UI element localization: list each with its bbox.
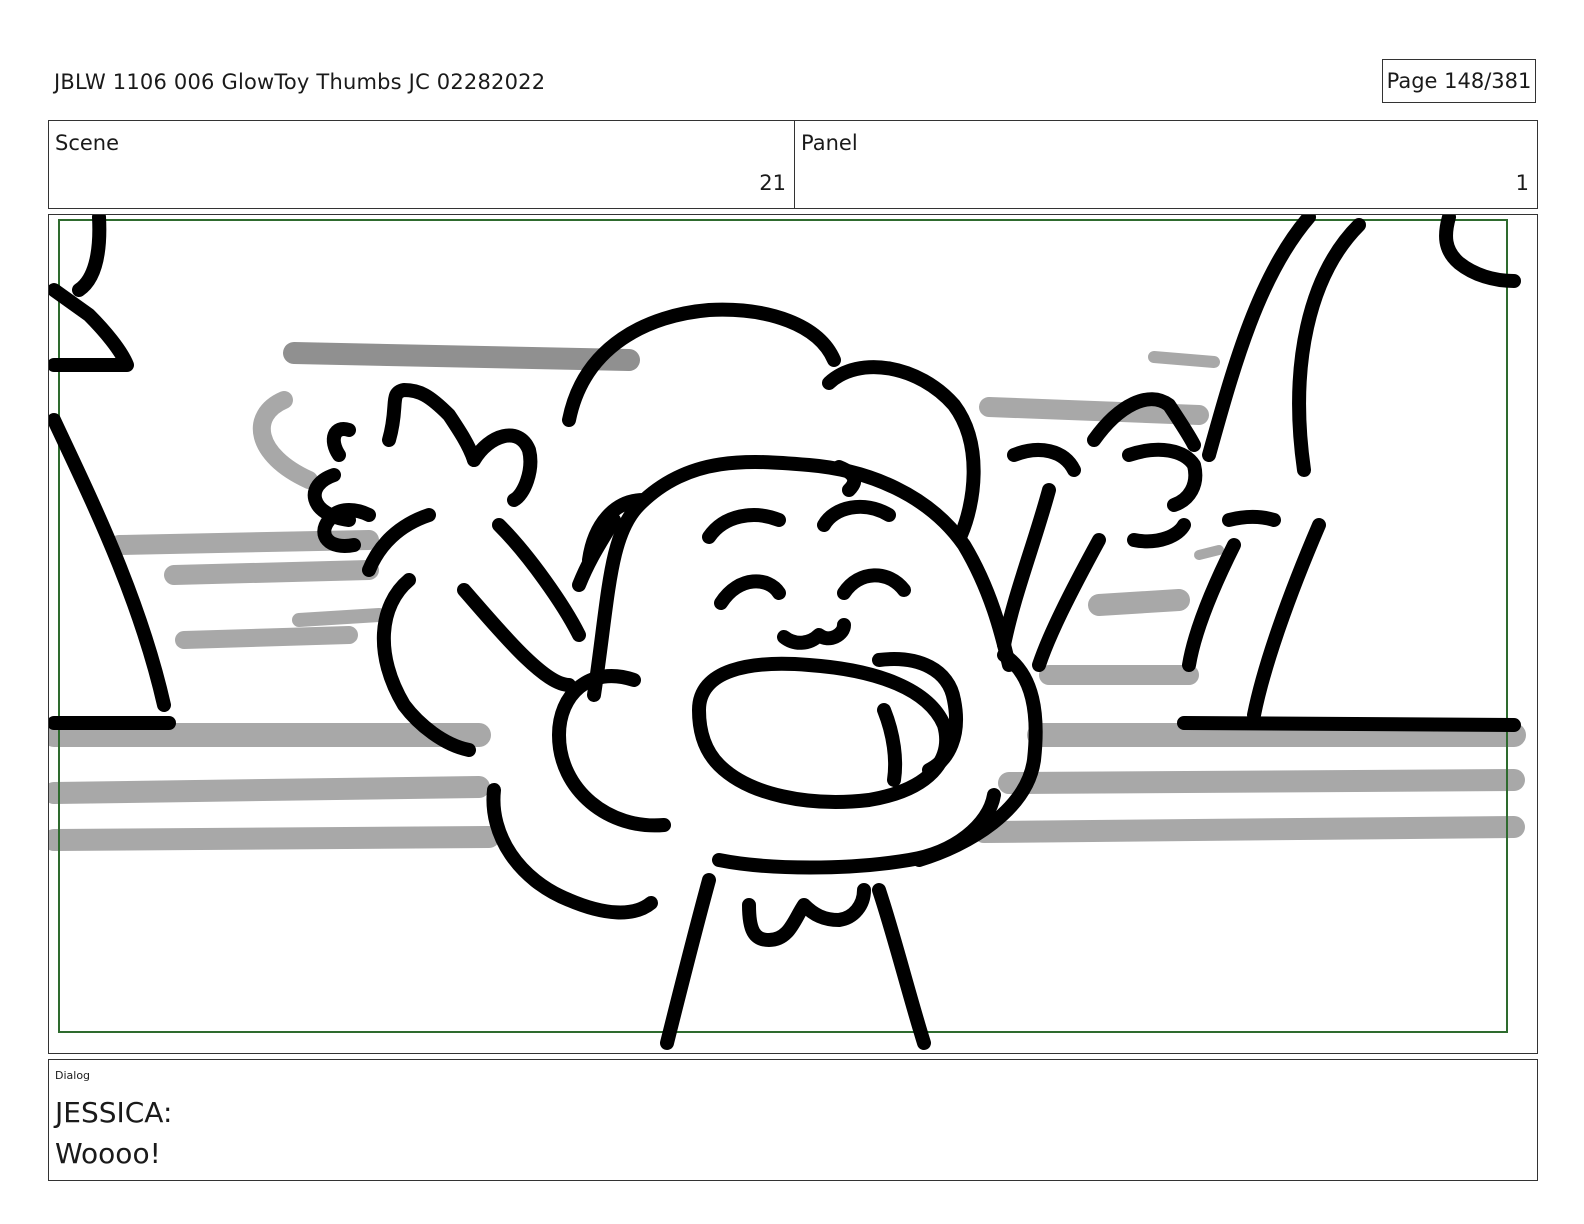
storyboard-panel [48, 214, 1538, 1054]
dialog-speaker: JESSICA: [55, 1096, 173, 1129]
scene-label: Scene [55, 131, 120, 155]
panel-number: 1 [1515, 171, 1529, 195]
safe-frame [58, 219, 1508, 1033]
dialog-text: Woooo! [55, 1137, 161, 1170]
scene-panel-table: Scene 21 Panel 1 [48, 120, 1538, 209]
dialog-label: Dialog [55, 1069, 91, 1082]
panel-cell: Panel 1 [795, 121, 1537, 208]
scene-number: 21 [759, 171, 786, 195]
scene-cell: Scene 21 [49, 121, 795, 208]
page-number: Page 148/381 [1382, 59, 1536, 103]
storyboard-sketch [49, 215, 1526, 1050]
dialog-box: Dialog JESSICA: Woooo! [48, 1059, 1538, 1181]
document-title: JBLW 1106 006 GlowToy Thumbs JC 02282022 [54, 70, 546, 94]
panel-label: Panel [801, 131, 858, 155]
